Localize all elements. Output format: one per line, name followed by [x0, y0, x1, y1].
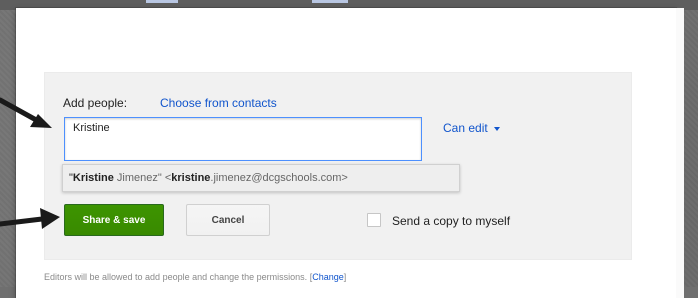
change-permissions-link[interactable]: Change — [312, 272, 344, 282]
contact-suggestion[interactable]: "Kristine Jimenez" <kristine.jimenez@dcg… — [62, 164, 460, 192]
suggestion-email-match: kristine — [171, 172, 211, 184]
cancel-button[interactable]: Cancel — [186, 204, 270, 236]
suggestion-name-rest: Jimenez" < — [113, 172, 172, 184]
add-people-input-value: Kristine — [73, 122, 110, 134]
dialog-edge — [676, 8, 684, 298]
suggestion-email-rest: .jimenez@dcgschools.com> — [210, 172, 348, 184]
send-copy-checkbox[interactable] — [367, 213, 381, 227]
add-people-input[interactable]: Kristine — [64, 117, 422, 161]
pointer-arrow-icon — [0, 97, 52, 128]
add-people-label: Add people: — [63, 96, 128, 110]
change-link-close: ] — [343, 272, 347, 282]
share-and-save-button[interactable]: Share & save — [64, 204, 164, 236]
blue-highlight — [312, 0, 348, 3]
blue-highlight — [146, 0, 178, 3]
pointer-arrow-icon — [0, 208, 60, 229]
permission-dropdown[interactable]: Can edit — [443, 121, 500, 135]
permission-dropdown-label: Can edit — [443, 121, 488, 135]
send-copy-label: Send a copy to myself — [392, 214, 511, 228]
chevron-down-icon — [493, 126, 500, 131]
suggestion-name-match: Kristine — [72, 172, 114, 184]
permissions-note-text: Editors will be allowed to add people an… — [44, 272, 308, 282]
choose-from-contacts-link[interactable]: Choose from contacts — [160, 96, 277, 110]
permissions-note: Editors will be allowed to add people an… — [44, 272, 346, 282]
